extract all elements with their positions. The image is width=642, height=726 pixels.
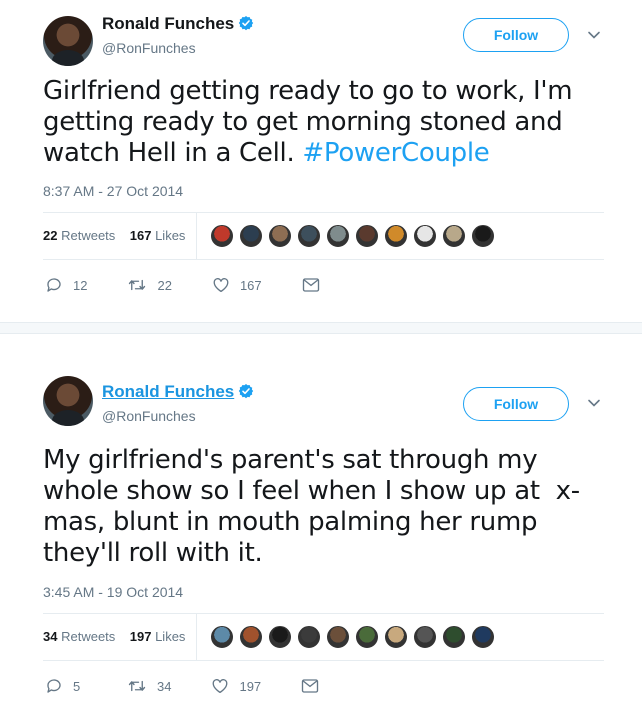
likes-stat[interactable]: 167 Likes bbox=[130, 228, 186, 243]
liker-avatar[interactable] bbox=[326, 625, 350, 649]
retweets-stat[interactable]: 22 Retweets bbox=[43, 228, 115, 243]
liker-avatar[interactable] bbox=[355, 625, 379, 649]
liker-avatar[interactable] bbox=[442, 625, 466, 649]
verified-badge-icon bbox=[239, 16, 254, 31]
retweet-icon bbox=[128, 680, 146, 692]
hashtag-link[interactable]: #PowerCouple bbox=[302, 138, 489, 168]
reply-icon bbox=[47, 278, 61, 292]
stats-divider bbox=[196, 213, 197, 259]
liker-avatar[interactable] bbox=[355, 224, 379, 248]
author-handle[interactable]: @RonFunches bbox=[102, 40, 196, 56]
direct-message-action[interactable] bbox=[301, 678, 329, 694]
heart-icon bbox=[213, 278, 229, 293]
liker-avatar[interactable] bbox=[384, 625, 408, 649]
engagement-counts: 22 Retweets 167 Likes bbox=[43, 228, 185, 243]
like-action[interactable]: 197 bbox=[211, 677, 261, 695]
retweets-label: Retweets bbox=[61, 629, 116, 644]
tweet-text: Girlfriend getting ready to go to work, … bbox=[43, 76, 613, 169]
liker-avatar[interactable] bbox=[210, 625, 234, 649]
retweet-icon bbox=[129, 279, 146, 291]
liker-avatar[interactable] bbox=[471, 625, 495, 649]
tweet-2: Ronald Funches @RonFunches Follow My gir… bbox=[0, 334, 642, 726]
retweet-action[interactable]: 22 bbox=[127, 276, 172, 294]
liker-avatar[interactable] bbox=[413, 224, 437, 248]
author-name[interactable]: Ronald Funches bbox=[102, 382, 254, 402]
likes-count: 197 bbox=[129, 629, 152, 644]
reply-icon bbox=[47, 679, 61, 693]
heart-icon bbox=[213, 679, 228, 694]
retweets-count: 34 bbox=[43, 629, 58, 644]
retweet-count: 22 bbox=[157, 277, 172, 293]
stats-divider bbox=[196, 614, 197, 660]
verified-badge-icon bbox=[239, 384, 254, 399]
likes-label: Likes bbox=[155, 228, 186, 243]
envelope-icon bbox=[302, 278, 319, 292]
follow-button[interactable]: Follow bbox=[463, 387, 569, 421]
liker-avatar[interactable] bbox=[471, 224, 495, 248]
author-name-text: Ronald Funches bbox=[102, 382, 235, 401]
liker-avatar[interactable] bbox=[384, 224, 408, 248]
liker-avatar[interactable] bbox=[413, 625, 437, 649]
reply-count: 12 bbox=[73, 277, 88, 293]
like-count: 167 bbox=[239, 277, 262, 293]
tweet-stats: 34 Retweets 197 Likes bbox=[43, 613, 604, 661]
author-name[interactable]: Ronald Funches bbox=[102, 14, 254, 34]
tweet-timestamp[interactable]: 8:37 AM - 27 Oct 2014 bbox=[43, 183, 183, 199]
avatar[interactable] bbox=[43, 16, 93, 66]
chevron-down-icon[interactable] bbox=[587, 396, 601, 410]
like-count: 197 bbox=[239, 678, 262, 694]
liker-avatar[interactable] bbox=[210, 224, 234, 248]
tweet-text: My girlfriend's parent's sat through my … bbox=[43, 445, 580, 568]
likers-avatars bbox=[210, 625, 500, 649]
tweet-1: Ronald Funches @RonFunches Follow Girlfr… bbox=[0, 0, 642, 322]
liker-avatar[interactable] bbox=[297, 625, 321, 649]
likes-stat[interactable]: 197 Likes bbox=[130, 629, 186, 644]
liker-avatar[interactable] bbox=[297, 224, 321, 248]
author-handle[interactable]: @RonFunches bbox=[102, 408, 196, 424]
reply-action[interactable]: 5 bbox=[45, 677, 87, 695]
retweet-count: 34 bbox=[157, 678, 172, 694]
engagement-counts: 34 Retweets 197 Likes bbox=[43, 629, 185, 644]
tweet-actions: 5 34 197 bbox=[45, 677, 369, 695]
direct-message-action[interactable] bbox=[302, 277, 330, 293]
retweets-stat[interactable]: 34 Retweets bbox=[43, 629, 115, 644]
follow-button[interactable]: Follow bbox=[463, 18, 569, 52]
like-action[interactable]: 167 bbox=[212, 276, 262, 294]
liker-avatar[interactable] bbox=[239, 625, 263, 649]
retweets-label: Retweets bbox=[61, 228, 116, 243]
tweet-actions: 12 22 167 bbox=[45, 276, 370, 294]
liker-avatar[interactable] bbox=[268, 224, 292, 248]
reply-action[interactable]: 12 bbox=[45, 276, 87, 294]
tweet-separator bbox=[0, 322, 642, 334]
likers-avatars bbox=[210, 224, 500, 248]
retweet-action[interactable]: 34 bbox=[127, 677, 171, 695]
likes-label: Likes bbox=[155, 629, 186, 644]
author-name-text: Ronald Funches bbox=[102, 14, 235, 33]
avatar[interactable] bbox=[43, 376, 93, 426]
liker-avatar[interactable] bbox=[442, 224, 466, 248]
tweet-stats: 22 Retweets 167 Likes bbox=[43, 212, 604, 260]
reply-count: 5 bbox=[73, 678, 81, 694]
chevron-down-icon[interactable] bbox=[587, 28, 601, 42]
liker-avatar[interactable] bbox=[268, 625, 292, 649]
tweet-timestamp[interactable]: 3:45 AM - 19 Oct 2014 bbox=[43, 584, 183, 600]
retweets-count: 22 bbox=[43, 228, 58, 243]
envelope-icon bbox=[301, 679, 319, 693]
liker-avatar[interactable] bbox=[239, 224, 263, 248]
likes-count: 167 bbox=[129, 228, 152, 243]
liker-avatar[interactable] bbox=[326, 224, 350, 248]
